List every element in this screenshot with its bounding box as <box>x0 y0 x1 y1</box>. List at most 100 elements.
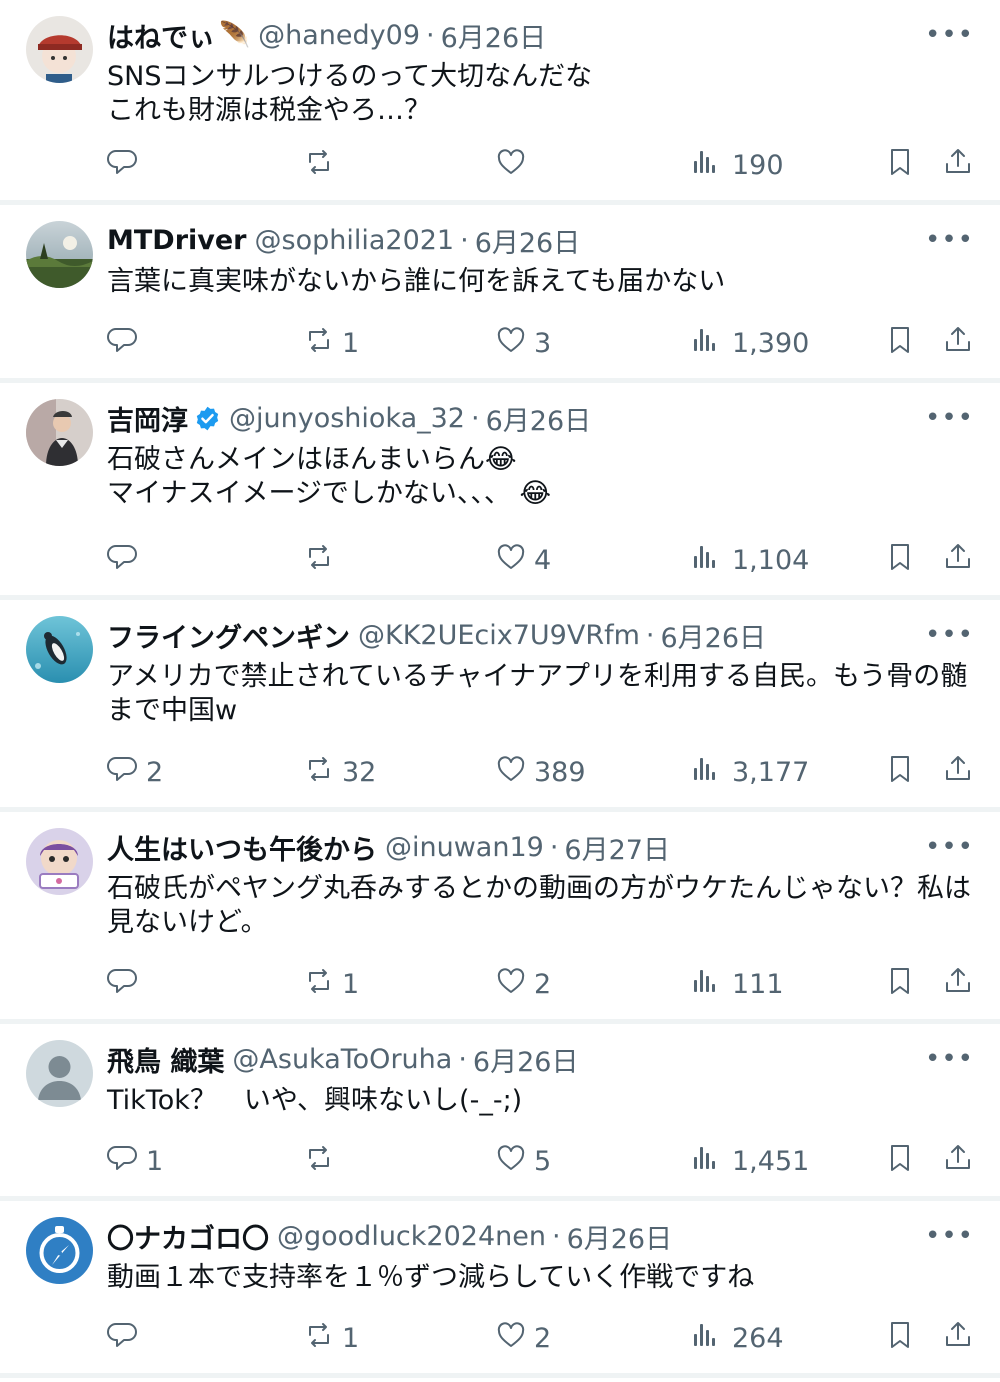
bookmark-icon <box>883 540 917 581</box>
display-name[interactable]: 〇ナカゴロ〇 <box>107 1217 269 1256</box>
avatar-blue-compass-icon[interactable] <box>26 1217 93 1284</box>
post-date[interactable]: 6月26日 <box>441 16 547 55</box>
post-divider <box>0 1373 1000 1378</box>
post-date[interactable]: 6月26日 <box>661 616 767 655</box>
repost-button[interactable]: 1 <box>302 1318 359 1358</box>
repost-button[interactable]: 1 <box>302 323 359 363</box>
post-date[interactable]: 6月26日 <box>475 221 581 260</box>
reply-button[interactable]: 1 <box>106 1141 163 1181</box>
share-button[interactable] <box>941 323 975 363</box>
bar-chart-icon <box>688 323 722 364</box>
user-handle[interactable]: @sophilia2021 <box>255 225 455 256</box>
action-bar: 190 <box>0 145 1000 185</box>
share-button[interactable] <box>941 1141 975 1181</box>
heart-icon <box>494 1318 528 1359</box>
reply-button[interactable]: 2 <box>106 752 163 792</box>
post-text-line: これも財源は税金やろ…？ <box>107 95 431 126</box>
likes-count: 2 <box>534 1322 552 1354</box>
bookmark-button[interactable] <box>883 145 917 185</box>
display-name[interactable]: フライングペンギン <box>107 616 350 655</box>
bookmark-button[interactable] <box>883 540 917 580</box>
share-icon <box>941 1141 975 1182</box>
like-button[interactable]: 389 <box>494 752 586 792</box>
views-count: 1,104 <box>732 544 810 576</box>
repost-button[interactable]: 32 <box>302 752 376 792</box>
action-bar: 2 32 389 3,177 <box>0 752 1000 792</box>
action-bar: 1 2 111 <box>0 964 1000 1004</box>
share-button[interactable] <box>941 964 975 1004</box>
post-date[interactable]: 6月27日 <box>564 828 670 867</box>
avatar-default-person-icon[interactable] <box>26 1040 93 1107</box>
more-options-icon[interactable]: ••• <box>925 620 974 650</box>
display-name[interactable]: はねでぃ <box>107 16 215 55</box>
post-text-line: 動画１本で支持率を１％ずつ減らしていく作戦ですね <box>107 1262 755 1293</box>
views-button[interactable]: 190 <box>688 145 784 185</box>
post-text: 言葉に真実味がないから誰に何を訴えても届かない <box>107 265 982 299</box>
display-name[interactable]: MTDriver <box>107 225 247 256</box>
views-button[interactable]: 111 <box>688 964 784 1004</box>
reply-button[interactable] <box>106 323 146 363</box>
bookmark-button[interactable] <box>883 323 917 363</box>
like-button[interactable]: 2 <box>494 964 551 1004</box>
reply-post[interactable]: フライングペンギン @KK2UEcix7U9VRfm · 6月26日 ••• アメリカで禁… <box>0 600 1000 807</box>
views-button[interactable]: 1,451 <box>688 1141 809 1181</box>
avatar-landscape-icon[interactable] <box>26 221 93 288</box>
avatar-person-photo-icon[interactable] <box>26 399 93 466</box>
user-handle[interactable]: @KK2UEcix7U9VRfm <box>358 620 640 651</box>
more-options-icon[interactable]: ••• <box>925 832 974 862</box>
views-button[interactable]: 1,390 <box>688 323 809 363</box>
post-header: 人生はいつも午後から @inuwan19 · 6月27日 <box>107 828 670 866</box>
more-options-icon[interactable]: ••• <box>925 1221 974 1251</box>
views-button[interactable]: 264 <box>688 1318 784 1358</box>
display-name[interactable]: 吉岡淳 <box>107 399 188 438</box>
display-name[interactable]: 飛鳥 織葉 <box>107 1040 224 1079</box>
share-button[interactable] <box>941 540 975 580</box>
views-button[interactable]: 1,104 <box>688 540 809 580</box>
reply-button[interactable] <box>106 1318 146 1358</box>
like-button[interactable]: 2 <box>494 1318 551 1358</box>
heart-icon <box>494 1141 528 1182</box>
share-button[interactable] <box>941 145 975 185</box>
more-options-icon[interactable]: ••• <box>925 225 974 255</box>
like-button[interactable]: 5 <box>494 1141 551 1181</box>
reply-button[interactable] <box>106 964 146 1004</box>
views-button[interactable]: 3,177 <box>688 752 809 792</box>
like-button[interactable]: 4 <box>494 540 551 580</box>
bookmark-button[interactable] <box>883 964 917 1004</box>
avatar-penguin-icon[interactable] <box>26 616 93 683</box>
user-handle[interactable]: @inuwan19 <box>385 832 544 863</box>
more-options-icon[interactable]: ••• <box>925 20 974 50</box>
display-name[interactable]: 人生はいつも午後から <box>107 828 377 867</box>
reply-post[interactable]: 飛鳥 織葉 @AsukaToOruha · 6月26日 ••• TikTok？ いや、興味… <box>0 1024 1000 1196</box>
post-date[interactable]: 6月26日 <box>473 1040 579 1079</box>
avatar-red-cap-icon[interactable] <box>26 16 93 83</box>
bookmark-button[interactable] <box>883 752 917 792</box>
bookmark-button[interactable] <box>883 1318 917 1358</box>
like-button[interactable] <box>494 145 534 185</box>
share-button[interactable] <box>941 752 975 792</box>
repost-button[interactable] <box>302 1141 342 1181</box>
post-date[interactable]: 6月26日 <box>486 399 592 438</box>
reply-post[interactable]: 〇ナカゴロ〇 @goodluck2024nen · 6月26日 ••• 動画１本で支持率を… <box>0 1201 1000 1373</box>
more-options-icon[interactable]: ••• <box>925 1044 974 1074</box>
repost-button[interactable]: 1 <box>302 964 359 1004</box>
reply-post[interactable]: はねでぃ 🪶 @hanedy09 · 6月26日 ••• SNSコンサルつけるのって大切なん… <box>0 0 1000 200</box>
post-text: 石破さんメインはほんまいらん😂 マイナスイメージでしかない、、、 😂 <box>107 443 982 511</box>
reply-button[interactable] <box>106 145 146 185</box>
user-handle[interactable]: @junyoshioka_32 <box>229 403 465 434</box>
user-handle[interactable]: @hanedy09 <box>258 20 420 51</box>
user-handle[interactable]: @goodluck2024nen <box>277 1221 546 1252</box>
repost-button[interactable] <box>302 540 342 580</box>
like-button[interactable]: 3 <box>494 323 551 363</box>
user-handle[interactable]: @AsukaToOruha <box>232 1044 452 1075</box>
reply-button[interactable] <box>106 540 146 580</box>
reply-post[interactable]: 吉岡淳 @junyoshioka_32 · 6月26日 ••• 石破さんメインはほんまいら… <box>0 383 1000 595</box>
share-button[interactable] <box>941 1318 975 1358</box>
reply-post[interactable]: MTDriver @sophilia2021 · 6月26日 ••• 言葉に真実味がないか… <box>0 205 1000 378</box>
repost-button[interactable] <box>302 145 342 185</box>
reply-post[interactable]: 人生はいつも午後から @inuwan19 · 6月27日 ••• 石破氏がペヤング丸呑みす… <box>0 812 1000 1019</box>
more-options-icon[interactable]: ••• <box>925 403 974 433</box>
post-date[interactable]: 6月26日 <box>567 1217 673 1256</box>
avatar-character-icon[interactable] <box>26 828 93 895</box>
bookmark-button[interactable] <box>883 1141 917 1181</box>
